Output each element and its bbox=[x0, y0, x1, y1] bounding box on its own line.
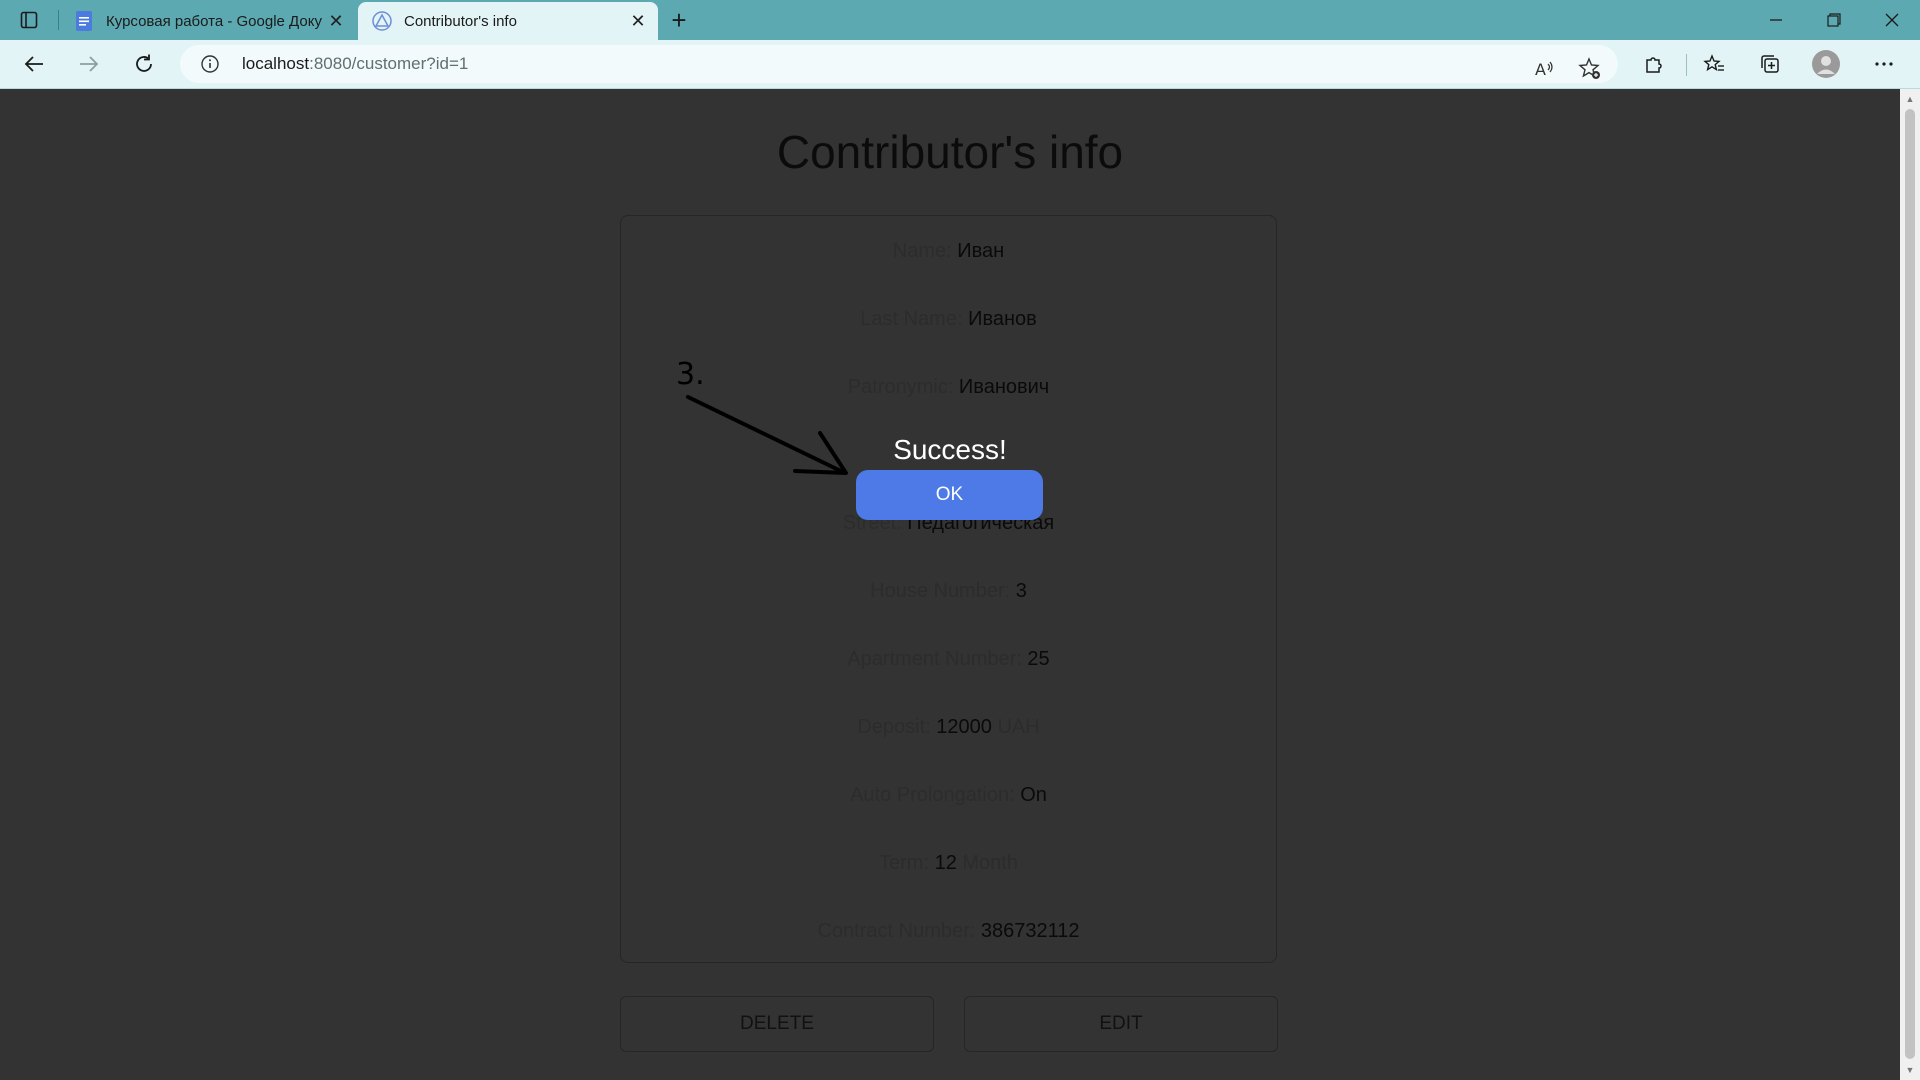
field-value: 3 bbox=[1015, 580, 1027, 602]
field-value: 12000 bbox=[936, 716, 992, 738]
contributor-info-card: Name: Иван Last Name: Иванов Patronymic:… bbox=[620, 215, 1277, 963]
vertical-scrollbar[interactable]: ▲ ▼ bbox=[1900, 89, 1920, 1080]
close-window-icon[interactable] bbox=[1864, 0, 1920, 40]
field-label: Term: bbox=[879, 852, 930, 874]
field-row-deposit: Deposit: 12000 UAH bbox=[621, 713, 1276, 741]
tab-title: Курсовая работа - Google Доку bbox=[106, 12, 322, 30]
toolbar-separator bbox=[1686, 54, 1687, 76]
close-tab-icon[interactable]: ✕ bbox=[322, 7, 350, 35]
field-label: Patronymic: bbox=[847, 376, 954, 398]
field-label: Auto Prolongation: bbox=[850, 784, 1015, 806]
edit-button[interactable]: EDIT bbox=[964, 996, 1278, 1052]
new-tab-button[interactable]: + bbox=[664, 5, 694, 35]
address-bar[interactable]: localhost:8080/customer?id=1 A bbox=[180, 45, 1618, 83]
field-row-contract-number: Contract Number: 386732112 bbox=[621, 917, 1276, 945]
profile-avatar-icon[interactable] bbox=[1808, 46, 1844, 82]
extensions-icon[interactable] bbox=[1636, 46, 1672, 82]
annotation-arrow-icon bbox=[686, 395, 848, 475]
field-row-apartment-number: Apartment Number: 25 bbox=[621, 645, 1276, 673]
url-text: localhost:8080/customer?id=1 bbox=[242, 54, 468, 74]
minimize-icon[interactable] bbox=[1748, 0, 1804, 40]
tab-contributors-info[interactable]: Contributor's info ✕ bbox=[358, 2, 658, 40]
field-label: House Number: bbox=[870, 580, 1011, 602]
tab-title: Contributor's info bbox=[404, 12, 517, 30]
field-label: Deposit: bbox=[857, 716, 931, 738]
scroll-down-icon[interactable]: ▼ bbox=[1904, 1064, 1916, 1076]
success-dialog-title: Success! bbox=[893, 434, 1007, 465]
favorites-icon[interactable] bbox=[1696, 46, 1732, 82]
app-triangle-icon bbox=[372, 11, 392, 31]
google-docs-icon bbox=[74, 11, 94, 31]
field-label: Name: bbox=[892, 240, 952, 262]
tab-separator bbox=[58, 10, 59, 30]
field-label: Contract Number: bbox=[817, 920, 976, 942]
field-value: Иванович bbox=[958, 376, 1050, 398]
scrollbar-thumb[interactable] bbox=[1905, 109, 1915, 1059]
field-value: Иванов bbox=[968, 308, 1037, 330]
field-row-auto-prolongation: Auto Prolongation: On bbox=[621, 781, 1276, 809]
field-value: 25 bbox=[1027, 648, 1050, 670]
ok-button[interactable]: OK bbox=[856, 470, 1043, 520]
collections-icon[interactable] bbox=[1752, 46, 1788, 82]
forward-icon[interactable] bbox=[71, 46, 107, 82]
back-icon[interactable] bbox=[16, 46, 52, 82]
site-info-icon[interactable] bbox=[200, 54, 220, 74]
read-aloud-icon[interactable]: A bbox=[1526, 51, 1562, 87]
refresh-icon[interactable] bbox=[126, 46, 162, 82]
close-tab-icon[interactable]: ✕ bbox=[624, 7, 652, 35]
page-content: Contributor's info Name: Иван Last Name:… bbox=[0, 89, 1900, 1080]
delete-button[interactable]: DELETE bbox=[620, 996, 934, 1052]
field-unit: UAH bbox=[997, 716, 1040, 738]
field-row-name: Name: Иван bbox=[621, 237, 1276, 265]
svg-text:A: A bbox=[1535, 60, 1546, 79]
field-row-term: Term: 12 Month bbox=[621, 849, 1276, 877]
field-value: 12 bbox=[934, 852, 957, 874]
restore-icon[interactable] bbox=[1806, 0, 1862, 40]
add-favorite-icon[interactable] bbox=[1572, 51, 1608, 87]
page-title: Contributor's info bbox=[776, 126, 1124, 178]
url-path: :8080/customer?id=1 bbox=[309, 54, 469, 73]
browser-tab-strip: Курсовая работа - Google Доку ✕ Contribu… bbox=[0, 0, 1920, 40]
annotation-step-number: 3. bbox=[676, 357, 705, 392]
scroll-up-icon[interactable]: ▲ bbox=[1904, 93, 1916, 105]
workspaces-icon[interactable] bbox=[16, 8, 42, 32]
url-host: localhost bbox=[242, 54, 310, 73]
field-value: 386732112 bbox=[980, 920, 1080, 942]
field-row-last-name: Last Name: Иванов bbox=[621, 305, 1276, 333]
more-options-icon[interactable] bbox=[1866, 46, 1902, 82]
field-label: Apartment Number: bbox=[847, 648, 1022, 670]
field-row-house-number: House Number: 3 bbox=[621, 577, 1276, 605]
field-unit: Month bbox=[962, 852, 1018, 874]
field-label: Last Name: bbox=[860, 308, 963, 330]
browser-toolbar: localhost:8080/customer?id=1 A bbox=[0, 40, 1920, 89]
field-value: On bbox=[1020, 784, 1047, 806]
tab-google-docs[interactable]: Курсовая работа - Google Доку ✕ bbox=[62, 2, 356, 40]
field-value: Иван bbox=[957, 240, 1005, 262]
